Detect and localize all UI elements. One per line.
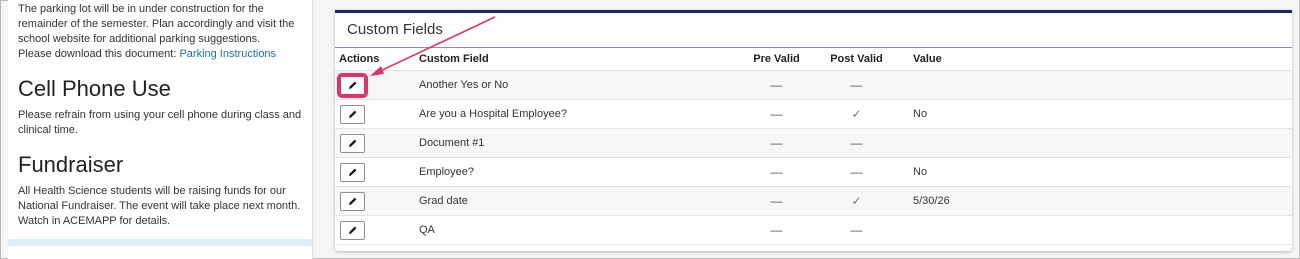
fundraiser-text: All Health Science students will be rais… (18, 185, 301, 227)
field-name: Employee? (419, 157, 739, 187)
field-value (899, 215, 1292, 245)
post-valid: — (814, 70, 899, 100)
post-valid: — (814, 157, 899, 187)
field-value: 5/30/26 (899, 186, 1292, 216)
custom-fields-card: Custom Fields Actions Custom Field Pre V… (335, 10, 1292, 251)
edit-button[interactable] (337, 72, 368, 98)
header-post-valid: Post Valid (814, 48, 899, 71)
edit-button[interactable] (340, 162, 365, 182)
parking-instructions-link[interactable]: Parking Instructions (179, 48, 276, 60)
field-name: QA (419, 215, 739, 245)
edit-button[interactable] (340, 220, 365, 240)
field-value (899, 128, 1292, 158)
download-line: Please download this document: Parking I… (18, 47, 302, 62)
pencil-icon (348, 81, 356, 89)
pencil-icon (348, 110, 356, 118)
field-value: No (899, 157, 1292, 187)
edit-button[interactable] (340, 104, 365, 124)
pre-valid: — (739, 186, 814, 216)
table-header-row: Actions Custom Field Pre Valid Post Vali… (335, 48, 1292, 71)
cell-phone-heading: Cell Phone Use (18, 76, 171, 101)
download-prefix: Please download this document: (18, 48, 177, 60)
pre-valid: — (739, 215, 814, 245)
table-row: Employee? — — No (335, 157, 1292, 187)
card-title: Custom Fields (335, 13, 1292, 48)
post-valid: — (814, 128, 899, 158)
edit-button[interactable] (340, 133, 365, 153)
table-row: Are you a Hospital Employee? — ✓ No (335, 99, 1292, 129)
post-valid: — (814, 215, 899, 245)
field-value: No (899, 99, 1292, 129)
pencil-icon (348, 168, 356, 176)
pre-valid: — (739, 157, 814, 187)
parking-notice: The parking lot will be in under constru… (18, 3, 295, 45)
header-custom-field: Custom Field (419, 48, 739, 71)
field-name: Grad date (419, 186, 739, 216)
right-panel: Custom Fields Actions Custom Field Pre V… (313, 0, 1299, 258)
table-row: Document #1 — — (335, 128, 1292, 158)
header-actions: Actions (335, 48, 419, 71)
pre-valid: — (739, 128, 814, 158)
field-name: Document #1 (419, 128, 739, 158)
left-panel: The parking lot will be in under constru… (8, 0, 313, 259)
field-name: Another Yes or No (419, 70, 739, 100)
field-value (899, 70, 1292, 100)
table-row: Another Yes or No — — (335, 70, 1292, 100)
pencil-icon (348, 226, 356, 234)
section-divider-band (8, 239, 312, 246)
field-name: Are you a Hospital Employee? (419, 99, 739, 129)
pencil-icon (348, 197, 356, 205)
fundraiser-heading: Fundraiser (18, 152, 124, 177)
pencil-icon (348, 139, 356, 147)
table-row: QA — — (335, 215, 1292, 245)
post-valid: ✓ (814, 186, 899, 216)
cell-phone-text: Please refrain from using your cell phon… (18, 109, 302, 136)
post-valid: ✓ (814, 99, 899, 129)
header-value: Value (899, 48, 1292, 71)
pre-valid: — (739, 70, 814, 100)
custom-fields-table: Actions Custom Field Pre Valid Post Vali… (335, 48, 1292, 245)
edit-button[interactable] (340, 191, 365, 211)
pre-valid: — (739, 99, 814, 129)
table-row: Grad date — ✓ 5/30/26 (335, 186, 1292, 216)
header-pre-valid: Pre Valid (739, 48, 814, 71)
